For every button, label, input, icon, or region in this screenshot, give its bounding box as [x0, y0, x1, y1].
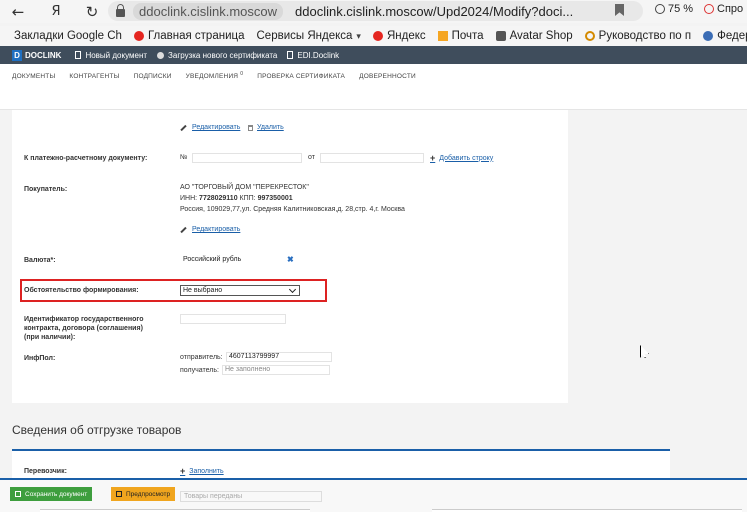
- document-icon: [75, 51, 82, 59]
- new-document-link[interactable]: Новый документ: [75, 51, 147, 60]
- save-document-button[interactable]: Сохранить документ: [10, 487, 93, 501]
- logo-text: DOCLINK: [25, 50, 62, 60]
- goods-transferred-select[interactable]: Товары переданы: [180, 491, 322, 502]
- document-icon: [287, 51, 294, 59]
- zoom-indicator[interactable]: 75 %: [655, 3, 693, 15]
- buyer-edit-link[interactable]: Редактировать: [180, 226, 240, 233]
- main-nav: ДОКУМЕНТЫ КОНТРАГЕНТЫ ПОДПИСКИ УВЕДОМЛЕН…: [0, 64, 747, 110]
- mouse-cursor-icon: [640, 345, 649, 358]
- bookmark-federal[interactable]: Федераль: [703, 30, 747, 42]
- currency-input[interactable]: Российский рубль: [180, 255, 286, 265]
- bookmark-avatar-shop[interactable]: Avatar Shop: [495, 30, 573, 42]
- sender-input[interactable]: 4607113799997: [226, 352, 332, 362]
- payment-date-input[interactable]: [320, 153, 424, 163]
- zoom-icon: [655, 4, 665, 14]
- preview-button[interactable]: Предпросмотр: [111, 487, 176, 501]
- help-button[interactable]: Спро: [704, 3, 743, 15]
- bookmarks-bar: Закладки Google Ch Главная страница Серв…: [0, 26, 747, 46]
- address-bar[interactable]: ddoclink.cislink.moscow ddoclink.cislink…: [108, 1, 643, 21]
- address-url: ddoclink.cislink.moscow/Upd2024/Modify?d…: [295, 3, 574, 19]
- shipment-section-title: Сведения об отгрузке товаров: [12, 423, 182, 437]
- buyer-address: Россия, 109029,77,ул. Средняя Калитников…: [180, 206, 405, 213]
- delete-link[interactable]: Удалить: [248, 124, 284, 131]
- sender-label: отправитель:: [180, 354, 223, 361]
- reload-button[interactable]: ↻: [78, 0, 106, 23]
- help-label: Спро: [717, 3, 744, 15]
- bookmark-yandex[interactable]: Яндекс: [372, 30, 426, 42]
- action-bar: Товары переданы Сохранить документ Предп…: [0, 478, 747, 512]
- yandex-button[interactable]: Я: [42, 0, 70, 23]
- lock-icon: [116, 3, 125, 17]
- save-icon: [15, 491, 21, 497]
- from-label: от: [308, 154, 315, 161]
- payment-document-label: К платежно-расчетному документу:: [24, 155, 148, 162]
- edi-doclink-link[interactable]: EDI.Doclink: [287, 51, 339, 60]
- nav-certificate-check[interactable]: ПРОВЕРКА СЕРТИФИКАТА: [257, 73, 345, 80]
- number-prefix: №: [180, 154, 188, 161]
- bookmark-google[interactable]: Закладки Google Ch: [14, 30, 122, 42]
- mail-icon: [437, 31, 448, 41]
- trash-icon: [248, 124, 253, 131]
- bookmark-mail[interactable]: Почта: [437, 30, 484, 42]
- circumstance-label: Обстоятельство формирования:: [24, 287, 139, 294]
- plus-icon: +: [430, 153, 436, 163]
- back-button[interactable]: ←: [4, 0, 32, 23]
- fill-carrier-link[interactable]: + Заполнить: [180, 466, 224, 476]
- nav-powers-of-attorney[interactable]: ДОВЕРЕННОСТИ: [359, 73, 416, 80]
- buyer-inn: 7728029110: [199, 195, 238, 202]
- payment-number-input[interactable]: [192, 153, 302, 163]
- yandex-icon: [133, 31, 144, 41]
- bookmark-yandex-services[interactable]: Сервисы Яндекса ▾: [257, 30, 361, 42]
- infpol-label: ИнфПол:: [24, 355, 56, 362]
- chevron-down-icon: ▾: [356, 30, 361, 41]
- bookmark-guide[interactable]: Руководство по п: [584, 30, 691, 42]
- upload-certificate-link[interactable]: Загрузка нового сертификата: [157, 51, 277, 60]
- yandex-icon: [372, 31, 383, 41]
- help-icon: [704, 4, 714, 14]
- contract-id-label: Идентификатор государственного контракта…: [24, 316, 144, 341]
- chevron-down-icon: [288, 285, 297, 294]
- certificate-icon: [157, 51, 165, 59]
- browser-toolbar: ← Я ↻ ddoclink.cislink.moscow ddoclink.c…: [0, 0, 747, 23]
- receiver-input[interactable]: Не заполнено: [222, 365, 330, 375]
- zoom-level: 75 %: [668, 3, 694, 15]
- currency-label: Валюта*:: [24, 257, 56, 264]
- nav-documents[interactable]: ДОКУМЕНТЫ: [12, 73, 55, 80]
- nav-subscriptions[interactable]: ПОДПИСКИ: [134, 73, 172, 80]
- address-domain: ddoclink.cislink.moscow: [133, 2, 283, 20]
- plus-icon: +: [180, 466, 186, 476]
- pencil-icon: [180, 226, 187, 233]
- contract-id-input[interactable]: [180, 314, 286, 324]
- circumstance-select[interactable]: Не выбрано: [180, 285, 300, 296]
- avatar-icon: [495, 31, 506, 41]
- carrier-label: Перевозчик:: [24, 468, 67, 475]
- app-header: D DOCLINK Новый документ Загрузка нового…: [0, 46, 747, 64]
- gear-icon: [584, 31, 595, 41]
- notifications-badge: 0: [240, 71, 244, 77]
- buyer-kpp: 997350001: [257, 195, 293, 202]
- buyer-inn-kpp: ИНН: 7728029110 КПП: 997350001: [180, 195, 293, 202]
- doclink-logo-icon: D: [12, 49, 22, 61]
- federal-icon: [703, 31, 714, 41]
- nav-notifications[interactable]: УВЕДОМЛЕНИЯ 0: [186, 71, 244, 80]
- pencil-icon: [180, 124, 187, 131]
- buyer-label: Покупатель:: [24, 186, 68, 193]
- clear-currency-icon[interactable]: ✖: [287, 255, 294, 264]
- preview-icon: [116, 491, 122, 497]
- receiver-label: получатель:: [180, 367, 219, 374]
- add-row-link[interactable]: + Добавить строку: [430, 153, 493, 163]
- document-form: Редактировать Удалить К платежно-расчетн…: [12, 110, 568, 403]
- edit-link[interactable]: Редактировать: [180, 124, 240, 131]
- bookmark-main-page[interactable]: Главная страница: [133, 30, 245, 42]
- buyer-name: АО "ТОРГОВЫЙ ДОМ "ПЕРЕКРЕСТОК": [180, 184, 309, 191]
- nav-counterparties[interactable]: КОНТРАГЕНТЫ: [69, 73, 119, 80]
